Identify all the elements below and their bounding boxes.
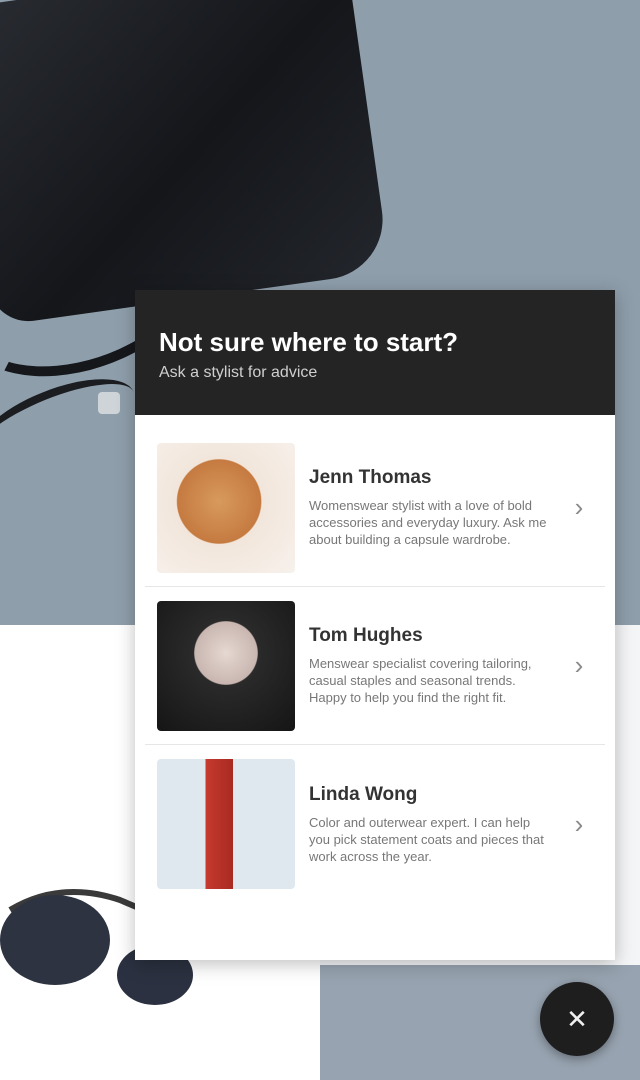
chevron-right-icon: › (574, 808, 584, 839)
stylist-item[interactable]: Linda Wong Color and outerwear expert. I… (145, 745, 605, 903)
stylist-description: Menswear specialist covering tailoring, … (309, 656, 532, 705)
stylist-description: Womenswear stylist with a love of bold a… (309, 498, 547, 547)
stylist-item[interactable]: Tom Hughes Menswear specialist covering … (145, 587, 605, 745)
close-chat-button[interactable]: ✕ (540, 982, 614, 1056)
stylist-dialog: Not sure where to start? Ask a stylist f… (135, 290, 615, 960)
dialog-header: Not sure where to start? Ask a stylist f… (135, 290, 615, 415)
chevron-right-icon: › (574, 650, 584, 680)
strap-ring (98, 392, 120, 414)
stylist-description: Color and outerwear expert. I can help y… (309, 814, 544, 864)
stylist-avatar (157, 600, 295, 731)
stylist-avatar (157, 442, 295, 573)
chevron-right-icon: › (574, 492, 584, 522)
stylist-info: Tom Hughes Menswear specialist covering … (295, 625, 565, 706)
stylist-list: Jenn Thomas Womenswear stylist with a lo… (135, 415, 615, 960)
dialog-subtitle: Ask a stylist for advice (159, 364, 318, 381)
dialog-title: Not sure where to start? (159, 327, 459, 357)
stylist-name: Jenn Thomas (309, 467, 432, 488)
stylist-info: Jenn Thomas Womenswear stylist with a lo… (295, 467, 565, 548)
stylist-item[interactable]: Jenn Thomas Womenswear stylist with a lo… (145, 429, 605, 587)
stylist-info: Linda Wong Color and outerwear expert. I… (295, 784, 565, 865)
stylist-avatar (157, 759, 295, 889)
close-icon: ✕ (566, 1003, 588, 1034)
stylist-name: Linda Wong (309, 783, 418, 805)
stylist-name: Tom Hughes (309, 625, 423, 646)
